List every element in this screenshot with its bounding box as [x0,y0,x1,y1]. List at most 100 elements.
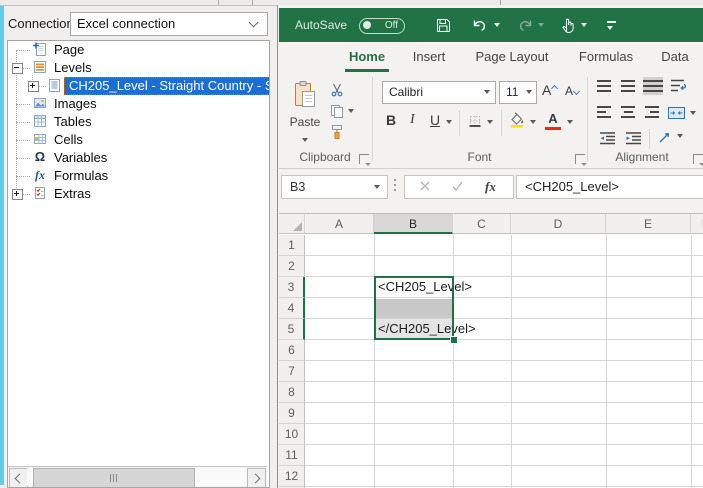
underline-dropdown-icon[interactable] [446,120,452,124]
column-header[interactable]: D [511,214,606,234]
touch-mode-dropdown-icon[interactable] [581,23,587,27]
tree-item-ch205-level[interactable]: CH205_Level - Straight Country - Sale [8,77,269,95]
clipboard-dialog-launcher-icon[interactable] [359,154,369,164]
increase-indent-button[interactable] [625,131,642,150]
align-right-button[interactable] [645,106,659,118]
expand-toggle-icon[interactable] [12,189,23,200]
merge-center-button[interactable] [667,106,686,125]
qat-customize-button[interactable] [607,8,616,42]
row-header[interactable]: 6 [279,340,305,361]
alignment-dialog-launcher-icon[interactable] [693,154,703,164]
align-left-button[interactable] [597,106,611,118]
paste-button[interactable]: Paste [285,77,325,147]
expand-toggle-icon[interactable] [28,81,39,92]
font-color-dropdown-icon[interactable] [567,120,573,124]
orientation-icon [659,132,670,143]
tree-item-formulas[interactable]: fx Formulas [8,167,269,185]
align-top-button[interactable] [597,80,611,92]
fill-color-dropdown-icon[interactable] [530,120,536,124]
column-header[interactable]: F [691,214,703,234]
tab-page-layout[interactable]: Page Layout [469,42,555,72]
tab-data[interactable]: Data [653,42,697,72]
row-header[interactable]: 1 [279,235,305,256]
bold-button[interactable]: B [386,112,396,128]
tab-formulas[interactable]: Formulas [573,42,639,72]
grow-font-button[interactable]: A [542,82,559,98]
row-header-selected[interactable]: 3 [279,277,305,298]
tree-item-variables[interactable]: Ω Variables [8,149,269,167]
paste-dropdown-icon[interactable] [302,138,308,142]
tree-item-tables[interactable]: Tables [8,113,269,131]
formula-input[interactable]: <CH205_Level> [516,175,703,199]
undo-dropdown-icon[interactable] [494,23,500,27]
wrap-text-button[interactable] [669,77,687,99]
select-all-corner[interactable] [279,214,305,234]
cells-icon [32,131,48,147]
tab-home[interactable]: Home [342,42,392,72]
redo-dropdown-icon[interactable] [538,23,544,27]
font-name-dropdown[interactable]: Calibri [382,81,496,104]
insert-function-button[interactable]: fx [485,179,496,195]
row-header[interactable]: 7 [279,361,305,382]
tree-item-images[interactable]: Images [8,95,269,113]
collapse-toggle-icon[interactable] [12,63,23,74]
merge-center-dropdown-icon[interactable] [690,111,696,115]
row-header[interactable]: 12 [279,466,305,487]
tree-item-extras[interactable]: Extras [8,185,269,203]
autosave-toggle[interactable]: Off [359,18,405,34]
row-header[interactable]: 9 [279,403,305,424]
align-middle-button[interactable] [621,80,635,92]
tree-horizontal-scrollbar[interactable] [8,466,267,487]
connection-dropdown[interactable]: Excel connection [70,12,268,36]
orientation-dropdown-icon[interactable] [677,134,683,138]
font-color-button[interactable]: A [545,111,561,130]
fill-handle[interactable] [450,336,458,344]
orientation-button[interactable] [657,129,673,150]
save-button[interactable] [435,8,452,42]
font-dialog-launcher-icon[interactable] [575,154,585,164]
scroll-left-button[interactable] [9,468,28,487]
shrink-font-button[interactable]: A [565,84,581,98]
redo-button[interactable] [515,8,544,42]
align-bottom-button[interactable] [643,77,663,95]
tree-item-levels[interactable]: Levels [8,59,269,77]
tree-item-cells[interactable]: Cells [8,131,269,149]
tab-insert[interactable]: Insert [405,42,453,72]
underline-button[interactable]: U [430,112,440,128]
italic-button[interactable]: I [410,112,415,128]
formulas-icon: fx [35,168,45,182]
font-size-dropdown[interactable]: 11 [499,81,537,104]
scrollbar-track[interactable] [27,468,246,487]
name-box[interactable]: B3 [281,175,388,199]
fill-color-button[interactable] [508,111,526,134]
decrease-indent-button[interactable] [599,131,616,150]
row-header[interactable]: 8 [279,382,305,403]
row-header[interactable]: 11 [279,445,305,466]
column-header-selected[interactable]: B [374,214,453,234]
format-painter-button[interactable] [329,124,345,145]
tree-item-page[interactable]: Page [8,41,269,59]
row-header[interactable]: 10 [279,424,305,445]
undo-button[interactable] [471,8,500,42]
touch-mouse-mode-button[interactable] [561,8,587,42]
row-header-selected[interactable]: 5 [279,319,305,340]
column-header[interactable]: E [606,214,691,234]
borders-button[interactable] [467,113,483,134]
row-header-selected[interactable]: 4 [279,298,305,319]
align-center-button[interactable] [621,106,635,118]
scroll-right-button[interactable] [247,468,266,487]
copy-dropdown-icon[interactable] [348,109,354,113]
cut-button[interactable] [329,82,345,103]
column-header[interactable]: A [305,214,374,234]
borders-dropdown-icon[interactable] [487,120,493,124]
name-box-dropdown-icon[interactable] [374,185,380,189]
worksheet-grid[interactable]: A B C D E F 1 2 3 4 5 6 7 8 9 10 11 12 1… [279,213,703,488]
enter-button[interactable] [451,179,464,197]
cancel-button[interactable] [419,179,431,197]
row-header[interactable]: 2 [279,256,305,277]
column-header[interactable]: C [453,214,511,234]
grid-body[interactable] [305,235,703,488]
scrollbar-thumb[interactable] [33,468,195,487]
copy-button[interactable] [329,103,354,124]
tree-item-label: Formulas [54,168,109,183]
